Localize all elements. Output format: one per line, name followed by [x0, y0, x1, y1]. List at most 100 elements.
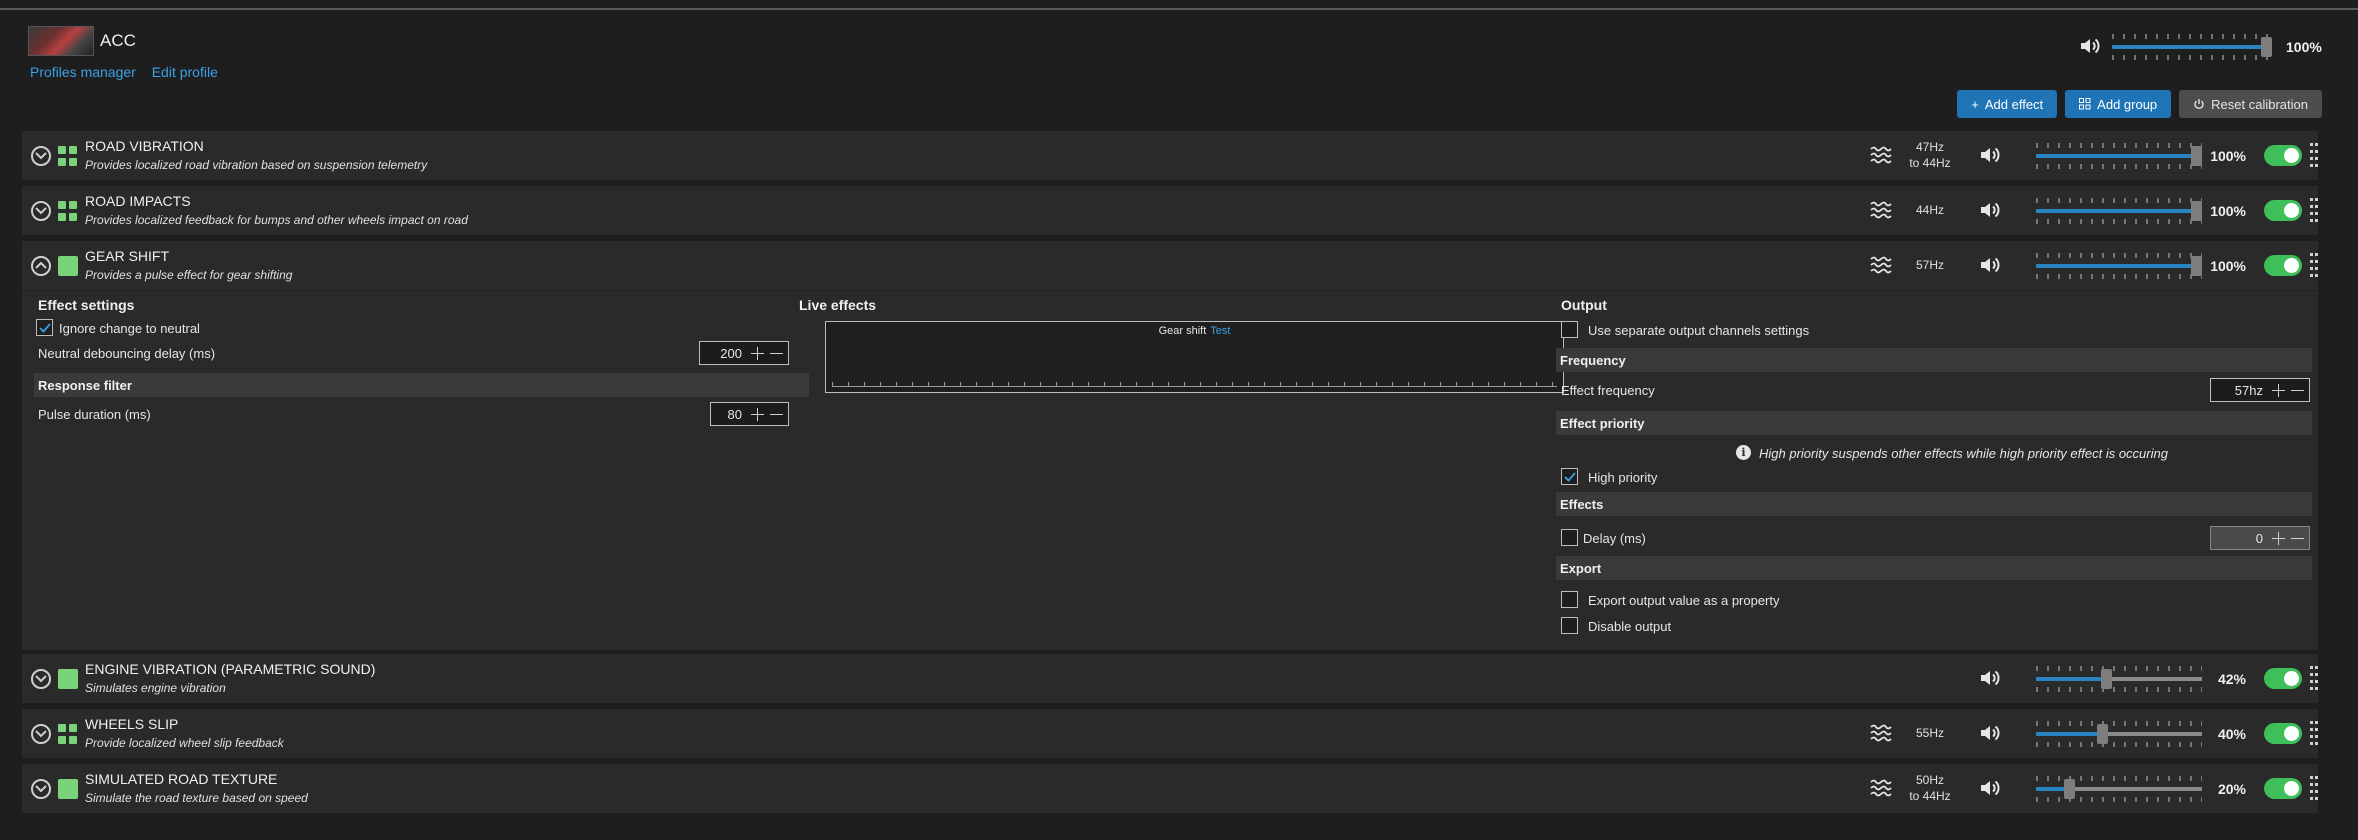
effect-volume-slider[interactable]: [2036, 143, 2202, 169]
expand-toggle-icon[interactable]: [31, 779, 51, 799]
minus-icon[interactable]: [2291, 384, 2304, 397]
slider-handle[interactable]: [2191, 201, 2202, 221]
export-value-checkbox[interactable]: [1561, 591, 1578, 608]
effect-row-0: ROAD VIBRATION Provides localized road v…: [22, 131, 2318, 180]
effect-name: SIMULATED ROAD TEXTURE: [85, 771, 278, 787]
effect-row-2: GEAR SHIFT Provides a pulse effect for g…: [22, 241, 2318, 290]
speaker-icon[interactable]: [1978, 721, 2002, 745]
expand-toggle-icon[interactable]: [31, 146, 51, 166]
drag-handle-icon[interactable]: [2310, 253, 2318, 277]
slider-handle[interactable]: [2097, 724, 2108, 744]
minus-icon[interactable]: [770, 347, 783, 360]
slider-handle[interactable]: [2064, 779, 2075, 799]
effect-enable-toggle[interactable]: [2264, 778, 2302, 799]
effect-volume-slider[interactable]: [2036, 253, 2202, 279]
effect-enable-toggle[interactable]: [2264, 200, 2302, 221]
drag-handle-icon[interactable]: [2310, 198, 2318, 222]
effect-volume-percent: 100%: [2210, 148, 2246, 164]
effect-description: Provides a pulse effect for gear shiftin…: [85, 268, 293, 282]
effect-volume-percent: 100%: [2210, 258, 2246, 274]
expand-toggle-icon[interactable]: [31, 256, 51, 276]
effect-enable-toggle[interactable]: [2264, 255, 2302, 276]
slider-handle[interactable]: [2191, 256, 2202, 276]
effect-enable-toggle[interactable]: [2264, 668, 2302, 689]
waves-icon: [1870, 201, 1892, 219]
drag-handle-icon[interactable]: [2310, 143, 2318, 167]
export-header: Export: [1556, 556, 2312, 580]
effect-frequency-stepper[interactable]: 57hz: [2210, 378, 2310, 402]
plus-icon: +: [1971, 96, 1979, 112]
separate-channels-checkbox[interactable]: [1561, 321, 1578, 338]
top-divider: [0, 8, 2358, 10]
effect-description: Simulates engine vibration: [85, 681, 226, 695]
effect-volume-slider[interactable]: [2036, 666, 2202, 692]
effect-name: GEAR SHIFT: [85, 248, 170, 264]
effect-volume-percent: 42%: [2217, 671, 2246, 687]
waves-icon: [1870, 779, 1892, 797]
speaker-icon[interactable]: [1978, 776, 2002, 800]
effect-frequency: 50Hz to 44Hz: [1909, 773, 1951, 803]
slider-handle[interactable]: [2191, 146, 2202, 166]
plus-icon[interactable]: [751, 408, 764, 421]
group-icon: [2079, 98, 2091, 110]
ignore-neutral-checkbox[interactable]: [36, 319, 53, 336]
effect-description: Provides localized road vibration based …: [85, 158, 428, 172]
drag-handle-icon[interactable]: [2310, 776, 2318, 800]
effect-row-3: ENGINE VIBRATION (PARAMETRIC SOUND) Simu…: [22, 654, 2318, 703]
reset-calibration-button[interactable]: Reset calibration: [2179, 90, 2322, 118]
effect-description: Provide localized wheel slip feedback: [85, 736, 284, 750]
debounce-stepper[interactable]: 200: [699, 341, 789, 365]
master-volume-slider[interactable]: [2112, 34, 2272, 60]
effect-name: WHEELS SLIP: [85, 716, 179, 732]
speaker-icon[interactable]: [1978, 666, 2002, 690]
speaker-icon[interactable]: [1978, 198, 2002, 222]
expand-toggle-icon[interactable]: [31, 201, 51, 221]
effect-frequency-label: Effect frequency: [1561, 383, 1655, 398]
effect-volume-slider[interactable]: [2036, 721, 2202, 747]
effect-enable-toggle[interactable]: [2264, 723, 2302, 744]
delay-label: Delay (ms): [1583, 531, 1646, 546]
minus-icon[interactable]: [2291, 532, 2304, 545]
edit-profile-link[interactable]: Edit profile: [152, 64, 218, 80]
plus-icon[interactable]: [751, 347, 764, 360]
effect-frequency: 55Hz: [1915, 726, 1944, 740]
effect-volume-slider[interactable]: [2036, 198, 2202, 224]
effect-type-icon: [58, 669, 78, 689]
plus-icon[interactable]: [2272, 532, 2285, 545]
effect-description: Simulate the road texture based on speed: [85, 791, 308, 805]
speaker-icon[interactable]: [2078, 34, 2102, 58]
expand-toggle-icon[interactable]: [31, 724, 51, 744]
add-effect-button[interactable]: + Add effect: [1957, 90, 2058, 118]
pulse-duration-stepper[interactable]: 80: [710, 402, 789, 426]
effect-type-icon: [58, 779, 78, 799]
high-priority-checkbox[interactable]: [1561, 468, 1578, 485]
delay-stepper[interactable]: 0: [2210, 526, 2310, 550]
game-thumbnail: [28, 26, 94, 56]
profiles-manager-link[interactable]: Profiles manager: [30, 64, 136, 80]
effect-enable-toggle[interactable]: [2264, 145, 2302, 166]
waves-icon: [1870, 256, 1892, 274]
plus-icon[interactable]: [2272, 384, 2285, 397]
effect-volume-slider[interactable]: [2036, 776, 2202, 802]
debounce-label: Neutral debouncing delay (ms): [38, 346, 216, 361]
slider-handle[interactable]: [2261, 37, 2272, 57]
speaker-icon[interactable]: [1978, 253, 2002, 277]
info-icon: i: [1736, 445, 1751, 460]
drag-handle-icon[interactable]: [2310, 666, 2318, 690]
effect-volume-percent: 20%: [2217, 781, 2246, 797]
live-effects-title: Live effects: [799, 297, 877, 313]
profile-title: ACC: [100, 31, 136, 50]
drag-handle-icon[interactable]: [2310, 721, 2318, 745]
speaker-icon[interactable]: [1978, 143, 2002, 167]
test-link[interactable]: Test: [1210, 325, 1230, 337]
expand-toggle-icon[interactable]: [31, 669, 51, 689]
live-effect-name: Gear shift: [1158, 325, 1207, 337]
disable-output-checkbox[interactable]: [1561, 617, 1578, 634]
delay-checkbox[interactable]: [1561, 529, 1578, 546]
effect-volume-percent: 40%: [2217, 726, 2246, 742]
effect-type-icon: [58, 256, 78, 276]
slider-handle[interactable]: [2101, 669, 2112, 689]
add-group-button[interactable]: Add group: [2065, 90, 2172, 118]
output-title: Output: [1561, 297, 1607, 313]
minus-icon[interactable]: [770, 408, 783, 421]
